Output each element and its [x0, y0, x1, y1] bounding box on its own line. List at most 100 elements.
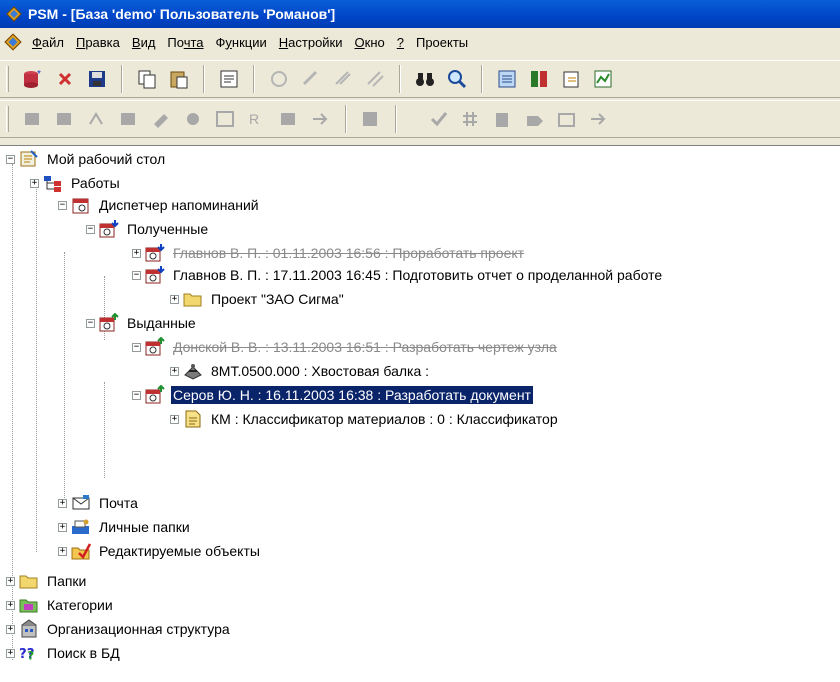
menu-functions[interactable]: Функции — [210, 33, 273, 52]
binoculars-icon[interactable] — [411, 65, 439, 93]
grey-search-7-icon[interactable] — [211, 105, 239, 133]
toolbar-separator — [345, 105, 347, 133]
expand-toggle[interactable]: + — [6, 576, 15, 586]
issued-reminder-icon — [145, 337, 165, 356]
collapse-toggle[interactable]: − — [132, 342, 141, 352]
menu-edit[interactable]: Правка — [70, 33, 126, 52]
tree-node-db-search[interactable]: + ??? Поиск в БД — [6, 642, 122, 664]
tree-node-received[interactable]: − Полученные — [86, 218, 210, 240]
collapse-toggle[interactable]: − — [86, 224, 95, 234]
copy-icon[interactable] — [133, 65, 161, 93]
collapse-toggle[interactable]: − — [86, 318, 95, 328]
menu-settings[interactable]: Настройки — [273, 33, 349, 52]
toolbar-grip[interactable] — [6, 106, 9, 132]
grey-search-4-icon[interactable] — [115, 105, 143, 133]
menu-mail[interactable]: Почта — [161, 33, 209, 52]
grey-search-3-icon[interactable] — [83, 105, 111, 133]
grey-search-10-icon[interactable] — [307, 105, 335, 133]
expand-toggle[interactable]: + — [170, 414, 179, 424]
toolbar-grip[interactable] — [6, 66, 9, 92]
works-icon — [44, 176, 61, 192]
tree-node-works[interactable]: + Работы — [30, 172, 122, 194]
expand-toggle[interactable]: + — [6, 600, 15, 610]
expand-toggle[interactable]: + — [58, 522, 67, 532]
toolbar-separator — [203, 65, 205, 93]
expand-toggle[interactable]: + — [170, 294, 179, 304]
menu-help[interactable]: ? — [391, 33, 410, 52]
collapse-toggle[interactable]: − — [58, 200, 67, 210]
delete-icon[interactable] — [51, 65, 79, 93]
tree-node-categories[interactable]: + Категории — [6, 594, 115, 616]
expand-toggle[interactable]: + — [58, 546, 67, 556]
tree-node-org-structure[interactable]: + Организационная структура — [6, 618, 232, 640]
grey-tool-3-icon[interactable] — [329, 65, 357, 93]
tree-label: Серов Ю. Н. : 16.11.2003 16:38 : Разрабо… — [171, 386, 533, 404]
grey-tool-2-icon[interactable] — [297, 65, 325, 93]
grey-search-5-icon[interactable] — [147, 105, 175, 133]
expand-toggle[interactable]: + — [170, 366, 179, 376]
graph-icon[interactable] — [589, 65, 617, 93]
tree-node-part[interactable]: + 8МТ.0500.000 : Хвостовая балка : — [170, 360, 431, 382]
tree-node-classifier[interactable]: + КМ : Классификатор материалов : 0 : Кл… — [170, 408, 560, 430]
arrow-new-icon[interactable] — [585, 105, 613, 133]
menu-view[interactable]: Вид — [126, 33, 162, 52]
tree-view[interactable]: − Мой рабочий стол + Работы − Диспетчер … — [0, 145, 840, 682]
tree-node-reminder-item[interactable]: + Главнов В. П. : 01.11.2003 16:56 : Про… — [132, 242, 526, 264]
tree-node-personal-folders[interactable]: + Личные папки — [58, 516, 192, 538]
grey-search-6-icon[interactable] — [179, 105, 207, 133]
grey-search-1-icon[interactable] — [19, 105, 47, 133]
tree-node-reminder-item[interactable]: − Донской В. В. : 13.11.2003 16:51 : Раз… — [132, 336, 559, 358]
expand-toggle[interactable]: + — [132, 248, 141, 258]
tree-node-issued[interactable]: − Выданные — [86, 312, 198, 334]
grey-search-9-icon[interactable] — [275, 105, 303, 133]
organization-icon — [21, 619, 37, 638]
collapse-toggle[interactable]: − — [6, 154, 15, 164]
expand-toggle[interactable]: + — [6, 624, 15, 634]
grey-tool-1-icon[interactable] — [265, 65, 293, 93]
expand-toggle[interactable]: + — [6, 648, 15, 658]
export-icon[interactable] — [557, 65, 585, 93]
hierarchy-icon[interactable] — [525, 65, 553, 93]
toolbar-separator — [121, 65, 123, 93]
menu-file[interactable]: Файл — [26, 33, 70, 52]
tree-label: Проект "ЗАО Сигма" — [211, 291, 344, 307]
tag-new-icon[interactable] — [521, 105, 549, 133]
tree-label: Полученные — [127, 221, 209, 237]
personal-folders-icon — [72, 519, 89, 534]
properties-icon[interactable] — [215, 65, 243, 93]
save-icon[interactable] — [83, 65, 111, 93]
tree-label: Диспетчер напоминаний — [99, 197, 259, 213]
collapse-toggle[interactable]: − — [132, 270, 141, 280]
toolbar-separator — [481, 65, 483, 93]
tree-node-reminder-item-selected[interactable]: − Серов Ю. Н. : 16.11.2003 16:38 : Разра… — [132, 384, 533, 406]
db-add-icon[interactable]: * — [19, 65, 47, 93]
collapse-toggle[interactable]: − — [132, 390, 141, 400]
title-bar: PSM - [База 'demo' Пользователь 'Романов… — [0, 0, 840, 28]
expand-toggle[interactable]: + — [58, 498, 67, 508]
hash-new-icon[interactable] — [457, 105, 485, 133]
menu-projects[interactable]: Проекты — [410, 33, 474, 52]
tree-node-editable-objects[interactable]: + Редактируемые объекты — [58, 540, 262, 562]
grey-search-8-icon[interactable]: R — [243, 105, 271, 133]
find-icon[interactable] — [443, 65, 471, 93]
tree-node-reminder-item[interactable]: − Главнов В. П. : 17.11.2003 16:45 : Под… — [132, 264, 664, 286]
grey-search-11-icon[interactable] — [357, 105, 385, 133]
document-icon[interactable] — [493, 65, 521, 93]
grey-tool-4-icon[interactable] — [361, 65, 389, 93]
check-icon[interactable] — [425, 105, 453, 133]
paste-icon[interactable] — [165, 65, 193, 93]
table-new-icon[interactable] — [553, 105, 581, 133]
grey-search-2-icon[interactable] — [51, 105, 79, 133]
menu-window[interactable]: Окно — [349, 33, 391, 52]
tree-node-reminders[interactable]: − Диспетчер напоминаний — [58, 194, 261, 216]
app-menu-icon[interactable] — [4, 33, 22, 51]
doc-new-icon[interactable] — [489, 105, 517, 133]
received-reminder-icon — [145, 244, 165, 262]
tree-node-desktop[interactable]: − Мой рабочий стол — [6, 148, 167, 170]
svg-text:R: R — [249, 111, 259, 127]
tree-node-folders[interactable]: + Папки — [6, 570, 88, 592]
expand-toggle[interactable]: + — [30, 178, 39, 188]
tree-node-project[interactable]: + Проект "ЗАО Сигма" — [170, 288, 346, 310]
tree-node-mail[interactable]: + Почта — [58, 492, 140, 514]
editable-objects-icon — [71, 543, 91, 560]
